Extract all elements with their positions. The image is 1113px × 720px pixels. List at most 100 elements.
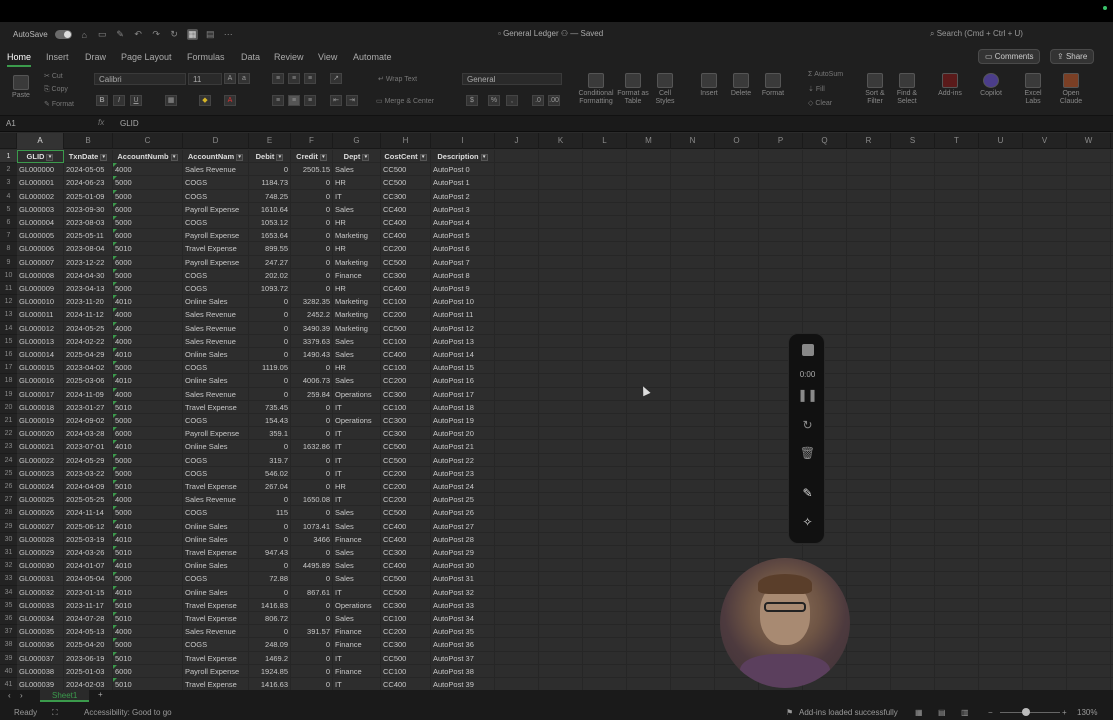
empty-cell[interactable] bbox=[1023, 242, 1067, 256]
empty-cell[interactable] bbox=[627, 150, 671, 164]
cell[interactable]: 0 bbox=[249, 519, 291, 533]
borders-icon[interactable]: ▦ bbox=[165, 95, 177, 106]
empty-cell[interactable] bbox=[891, 612, 935, 626]
column-header-p[interactable]: P bbox=[759, 133, 803, 149]
empty-cell[interactable] bbox=[847, 216, 891, 230]
empty-cell[interactable] bbox=[979, 546, 1023, 560]
empty-cell[interactable] bbox=[539, 440, 583, 454]
empty-cell[interactable] bbox=[715, 361, 759, 375]
empty-cell[interactable] bbox=[583, 163, 627, 177]
empty-cell[interactable] bbox=[583, 414, 627, 428]
cell[interactable]: 1184.73 bbox=[249, 176, 291, 190]
cell[interactable]: AutoPost 13 bbox=[431, 334, 495, 348]
empty-cell[interactable] bbox=[671, 202, 715, 216]
empty-cell[interactable] bbox=[627, 453, 671, 467]
empty-cell[interactable] bbox=[539, 480, 583, 494]
cell[interactable]: CC200 bbox=[381, 625, 431, 639]
empty-cell[interactable] bbox=[891, 453, 935, 467]
format-cells-button[interactable]: Format bbox=[760, 73, 786, 98]
empty-cell[interactable] bbox=[539, 585, 583, 599]
cell[interactable]: 0 bbox=[249, 585, 291, 599]
empty-cell[interactable] bbox=[715, 189, 759, 203]
empty-cell[interactable] bbox=[847, 400, 891, 414]
header-cell[interactable]: CostCent ▾ bbox=[381, 150, 431, 164]
align-top-icon[interactable]: ≡ bbox=[272, 73, 284, 84]
empty-cell[interactable] bbox=[1067, 651, 1111, 665]
cell[interactable]: CC400 bbox=[381, 282, 431, 296]
cell[interactable]: 0 bbox=[249, 334, 291, 348]
empty-cell[interactable] bbox=[539, 506, 583, 520]
empty-cell[interactable] bbox=[847, 268, 891, 282]
cell[interactable]: CC300 bbox=[381, 598, 431, 612]
cell[interactable]: CC100 bbox=[381, 334, 431, 348]
cell[interactable]: 5000 bbox=[113, 453, 183, 467]
empty-cell[interactable] bbox=[891, 598, 935, 612]
empty-cell[interactable] bbox=[847, 559, 891, 573]
empty-cell[interactable] bbox=[1023, 664, 1067, 678]
empty-cell[interactable] bbox=[1023, 387, 1067, 401]
empty-cell[interactable] bbox=[979, 400, 1023, 414]
column-header-i[interactable]: I bbox=[431, 133, 495, 149]
empty-cell[interactable] bbox=[1023, 572, 1067, 586]
cell[interactable]: 0 bbox=[249, 532, 291, 546]
cell[interactable]: CC500 bbox=[381, 176, 431, 190]
row-header[interactable]: 38 bbox=[0, 638, 17, 652]
cell[interactable]: CC500 bbox=[381, 440, 431, 454]
cell[interactable]: AutoPost 34 bbox=[431, 612, 495, 626]
prev-sheet-icon[interactable]: ‹ bbox=[8, 691, 11, 700]
accessibility-status[interactable]: Accessibility: Good to go bbox=[84, 708, 172, 717]
empty-cell[interactable] bbox=[803, 202, 847, 216]
empty-cell[interactable] bbox=[539, 321, 583, 335]
empty-cell[interactable] bbox=[495, 625, 539, 639]
zoom-slider-thumb[interactable] bbox=[1022, 708, 1030, 716]
empty-cell[interactable] bbox=[935, 216, 979, 230]
empty-cell[interactable] bbox=[539, 427, 583, 441]
empty-cell[interactable] bbox=[627, 268, 671, 282]
cell[interactable]: AutoPost 24 bbox=[431, 480, 495, 494]
empty-cell[interactable] bbox=[671, 189, 715, 203]
zoom-in-icon[interactable]: + bbox=[1062, 708, 1067, 717]
cell[interactable]: 4010 bbox=[113, 532, 183, 546]
cell[interactable]: 5000 bbox=[113, 572, 183, 586]
autosave-toggle[interactable] bbox=[54, 30, 72, 39]
empty-cell[interactable] bbox=[935, 400, 979, 414]
cell[interactable]: 0 bbox=[249, 321, 291, 335]
cell[interactable]: GL000037 bbox=[17, 651, 64, 665]
cell[interactable]: 3282.35 bbox=[291, 295, 333, 309]
empty-cell[interactable] bbox=[979, 242, 1023, 256]
select-all-corner[interactable] bbox=[0, 133, 17, 149]
row-header[interactable]: 13 bbox=[0, 308, 17, 322]
empty-cell[interactable] bbox=[803, 242, 847, 256]
cell[interactable]: 391.57 bbox=[291, 625, 333, 639]
empty-cell[interactable] bbox=[847, 255, 891, 269]
cell[interactable]: IT bbox=[333, 189, 381, 203]
empty-cell[interactable] bbox=[583, 334, 627, 348]
empty-cell[interactable] bbox=[715, 255, 759, 269]
row-header[interactable]: 5 bbox=[0, 202, 17, 216]
cell[interactable]: Marketing bbox=[333, 255, 381, 269]
cell[interactable]: Travel Expense bbox=[183, 651, 249, 665]
sort-filter-button[interactable]: Sort & Filter bbox=[860, 73, 890, 106]
empty-cell[interactable] bbox=[1067, 400, 1111, 414]
empty-cell[interactable] bbox=[715, 440, 759, 454]
cell[interactable]: AutoPost 29 bbox=[431, 546, 495, 560]
cell[interactable]: 4000 bbox=[113, 321, 183, 335]
cell[interactable]: GL000016 bbox=[17, 374, 64, 388]
cell[interactable]: Finance bbox=[333, 532, 381, 546]
empty-cell[interactable] bbox=[715, 150, 759, 164]
empty-cell[interactable] bbox=[539, 678, 583, 690]
empty-cell[interactable] bbox=[495, 546, 539, 560]
row-header[interactable]: 14 bbox=[0, 321, 17, 335]
cell[interactable]: AutoPost 17 bbox=[431, 387, 495, 401]
cell[interactable]: COGS bbox=[183, 453, 249, 467]
row-header[interactable]: 32 bbox=[0, 559, 17, 573]
row-header[interactable]: 9 bbox=[0, 255, 17, 269]
cell[interactable]: 0 bbox=[291, 651, 333, 665]
cell[interactable]: AutoPost 6 bbox=[431, 242, 495, 256]
empty-cell[interactable] bbox=[495, 612, 539, 626]
empty-cell[interactable] bbox=[803, 282, 847, 296]
empty-cell[interactable] bbox=[627, 532, 671, 546]
empty-cell[interactable] bbox=[1067, 308, 1111, 322]
empty-cell[interactable] bbox=[495, 414, 539, 428]
empty-cell[interactable] bbox=[627, 598, 671, 612]
